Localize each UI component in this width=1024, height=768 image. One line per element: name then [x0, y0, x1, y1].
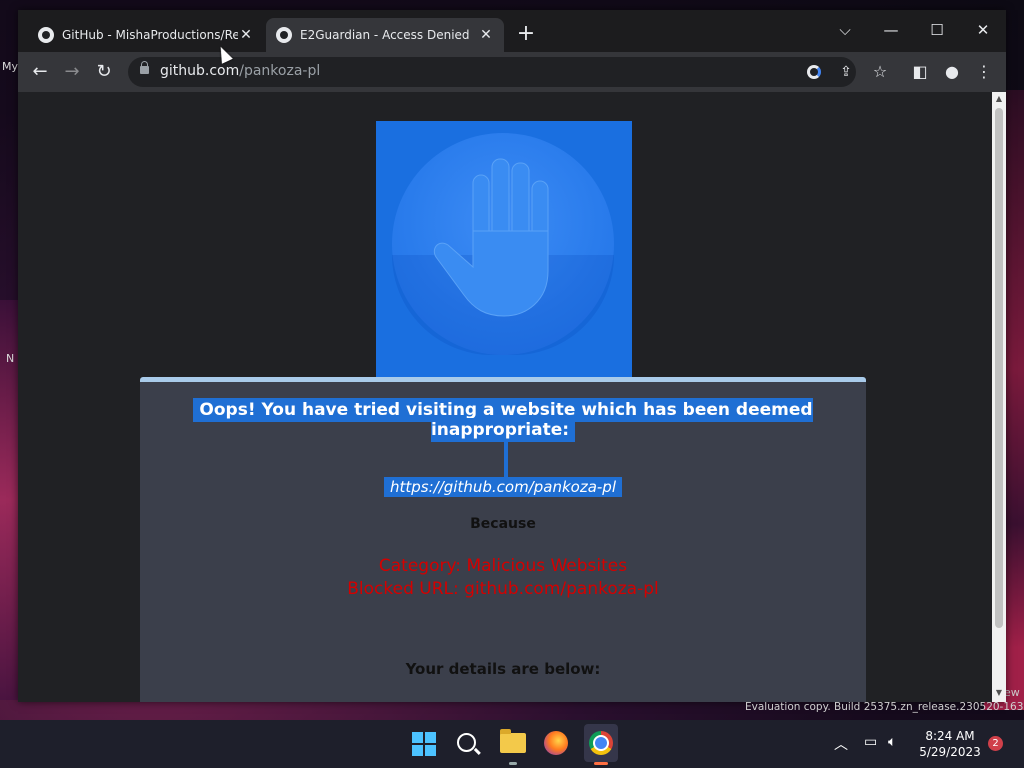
scroll-down-icon[interactable]: ▼ — [992, 688, 1006, 697]
active-indicator — [594, 762, 608, 765]
desktop-icon-label[interactable]: My — [2, 60, 18, 73]
tab-e2guardian[interactable]: E2Guardian - Access Denied ✕ — [266, 18, 504, 52]
scroll-up-icon[interactable]: ▲ — [992, 94, 1006, 103]
hand-stop-icon — [433, 158, 549, 317]
tab-strip: GitHub - MishaProductions/Recti ✕ E2Guar… — [18, 10, 1006, 52]
running-indicator — [509, 762, 517, 765]
address-bar[interactable]: github.com/pankoza-pl ⇪ — [128, 57, 856, 87]
close-icon[interactable]: ✕ — [478, 27, 494, 43]
back-button[interactable]: ← — [28, 60, 52, 84]
maximize-button[interactable]: ☐ — [914, 16, 960, 44]
page-scrollbar[interactable]: ▲ ▼ — [992, 92, 1006, 702]
desktop-icon-label[interactable]: N — [6, 352, 14, 365]
details-heading: Your details are below: — [405, 660, 601, 678]
window-close-button[interactable]: ✕ — [960, 16, 1006, 44]
browser-toolbar: ← → ↻ github.com/pankoza-pl ⇪ ☆ ◧ ● ⋮ — [18, 52, 1006, 92]
share-icon[interactable]: ⇪ — [836, 62, 856, 82]
github-icon — [276, 27, 292, 43]
system-clock[interactable]: 8:24 AM 5/29/2023 — [914, 728, 986, 760]
clock-date: 5/29/2023 — [919, 745, 981, 759]
url-text[interactable]: github.com/pankoza-pl — [160, 63, 320, 79]
reload-button[interactable]: ↻ — [92, 60, 116, 84]
desktop-text: ew — [1004, 686, 1020, 699]
tab-title: GitHub - MishaProductions/Recti — [62, 28, 238, 42]
network-icon[interactable]: ▭ — [864, 734, 877, 750]
taskbar: ︿ ▭ 🔈︎ 8:24 AM 5/29/2023 2 — [0, 720, 1024, 768]
minimize-button[interactable]: — — [868, 16, 914, 44]
category-text: Category: Malicious Websites — [378, 556, 628, 576]
block-image — [376, 121, 632, 377]
scroll-thumb[interactable] — [995, 108, 1003, 628]
because-label: Because — [470, 516, 536, 532]
file-explorer-icon[interactable] — [500, 729, 526, 753]
side-panel-icon[interactable]: ◧ — [908, 60, 932, 84]
denied-heading: Oops! You have tried visiting a website … — [140, 398, 866, 442]
star-icon[interactable]: ☆ — [868, 60, 892, 84]
page-content: Oops! You have tried visiting a website … — [18, 92, 992, 702]
new-tab-button[interactable]: + — [516, 23, 536, 45]
clock-time: 8:24 AM — [925, 729, 975, 743]
tab-title: E2Guardian - Access Denied — [300, 28, 470, 42]
forward-button[interactable]: → — [60, 60, 84, 84]
tab-search-button[interactable]: ⌵ — [822, 16, 868, 44]
search-icon[interactable] — [457, 733, 476, 752]
google-icon[interactable] — [804, 62, 824, 82]
access-denied-box: Oops! You have tried visiting a website … — [140, 377, 866, 702]
selection-caret — [504, 442, 508, 480]
blocked-link[interactable]: https://github.com/pankoza-pl — [140, 477, 866, 497]
firefox-icon[interactable] — [544, 731, 568, 755]
chevron-up-icon[interactable]: ︿ — [834, 734, 848, 754]
blocked-url-text: Blocked URL: github.com/pankoza-pl — [347, 579, 659, 599]
chrome-icon[interactable] — [589, 731, 613, 755]
lock-icon[interactable] — [140, 61, 149, 74]
start-icon[interactable] — [412, 732, 436, 756]
profile-icon[interactable]: ● — [940, 60, 964, 84]
tab-github[interactable]: GitHub - MishaProductions/Recti ✕ — [28, 18, 264, 52]
browser-window: GitHub - MishaProductions/Recti ✕ E2Guar… — [18, 10, 1006, 702]
menu-icon[interactable]: ⋮ — [972, 60, 996, 84]
notification-badge[interactable]: 2 — [988, 736, 1003, 751]
github-icon — [38, 27, 54, 43]
volume-icon[interactable]: 🔈︎ — [888, 734, 896, 750]
evaluation-watermark: Evaluation copy. Build 25375.zn_release.… — [745, 701, 1024, 713]
close-icon[interactable]: ✕ — [238, 27, 254, 43]
